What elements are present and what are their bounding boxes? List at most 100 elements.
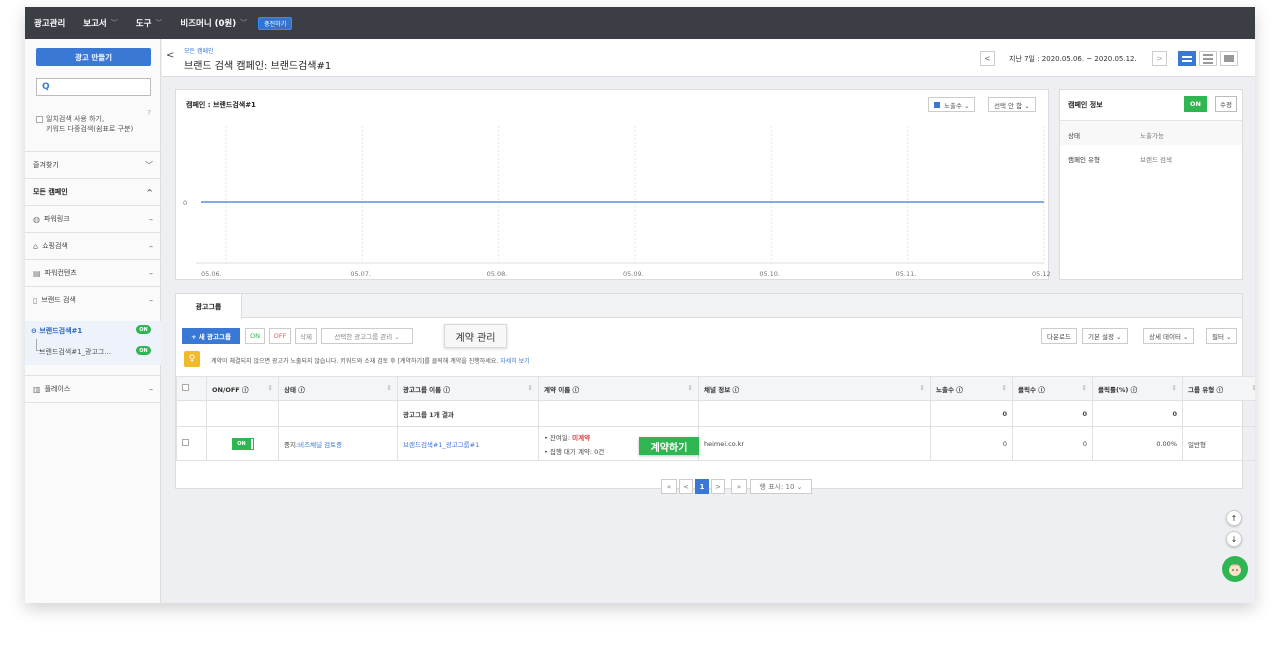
info-value: 노출가능 bbox=[1140, 132, 1164, 140]
manage-selected-select[interactable]: 선택한 광고그룹 관리 ⌄ bbox=[321, 328, 413, 344]
sort-icon[interactable]: ⇕ bbox=[1082, 384, 1087, 392]
select-all-cell[interactable] bbox=[176, 376, 207, 401]
status-link[interactable]: 비즈채널 검토중 bbox=[298, 441, 342, 449]
pager-first[interactable]: « bbox=[661, 479, 677, 494]
col-type[interactable]: 그룹 유형 ⓘ ⇕ bbox=[1182, 376, 1255, 401]
col-clicks[interactable]: 클릭수 ⓘ ⇕ bbox=[1012, 376, 1093, 401]
type-cell: 일반형 bbox=[1182, 426, 1255, 461]
charge-button[interactable]: 충전하기 bbox=[258, 16, 293, 30]
pager-prev[interactable]: < bbox=[679, 479, 693, 494]
view-list-button[interactable] bbox=[1199, 51, 1217, 66]
sort-icon[interactable]: ⇕ bbox=[268, 384, 273, 392]
collapse-icon[interactable]: – bbox=[149, 215, 153, 224]
compare-select[interactable]: 선택 안 함 ⌄ bbox=[988, 97, 1036, 112]
summary-clicks: 0 bbox=[1012, 400, 1093, 427]
detail-data-select[interactable]: 상세 데이터 ⌄ bbox=[1143, 328, 1195, 344]
sidebar-item-powerlink[interactable]: ◍ 파워링크 – bbox=[25, 205, 161, 232]
nav-tools[interactable]: 도구 ﹀ bbox=[127, 7, 172, 39]
col-status[interactable]: 상태 ⓘ ⇕ bbox=[278, 376, 398, 401]
date-next-button[interactable]: > bbox=[1152, 51, 1167, 66]
delete-button[interactable]: 삭제 bbox=[295, 328, 317, 344]
checkbox[interactable] bbox=[36, 115, 43, 123]
new-adgroup-button[interactable]: + 새 광고그룹 bbox=[182, 328, 240, 344]
info-value: 브랜드 검색 bbox=[1140, 156, 1172, 164]
chevron-up-icon: ^ bbox=[146, 187, 153, 197]
sidebar-item-adgroup[interactable]: 브랜드검색#1_광고그... bbox=[39, 347, 111, 357]
rows-per-page-select[interactable]: 행 표시: 10 ⌄ bbox=[750, 479, 812, 494]
date-prev-button[interactable]: < bbox=[980, 51, 995, 66]
back-chevron-icon[interactable]: < bbox=[166, 50, 174, 61]
table-header-row: ON/OFF ⓘ ⇕ 상태 ⓘ ⇕ 광고그룹 이름 ⓘ ⇕ 계약 이름 ⓘ ⇕ 채널 … bbox=[176, 376, 1255, 401]
view-chart-button[interactable] bbox=[1220, 51, 1238, 66]
help-icon[interactable]: ? bbox=[147, 108, 151, 118]
place-icon: ▥ bbox=[33, 384, 41, 394]
chatbot-avatar-icon[interactable] bbox=[1222, 556, 1248, 582]
adgroup-name-link[interactable]: 브랜드검색#1_광고그룹#1 bbox=[403, 441, 479, 449]
metric-select[interactable]: 노출수 ⌄ bbox=[928, 97, 976, 112]
breadcrumb[interactable]: 모든 캠페인 bbox=[184, 46, 214, 55]
col-contract[interactable]: 계약 이름 ⓘ ⇕ bbox=[538, 376, 699, 401]
line-chart: 05.06. 05.07. 05.08. 05.09. 05.10. 05.11. 05.1… bbox=[183, 126, 1050, 278]
filter-select[interactable]: 필터 ⌄ bbox=[1206, 328, 1238, 344]
campaign-on-toggle[interactable]: ON bbox=[1184, 96, 1210, 112]
scroll-down-button[interactable]: ↓ bbox=[1226, 531, 1242, 547]
exact-search-option[interactable]: ? 일치검색 사용 하기, 키워드 다중검색(쉼표로 구분) bbox=[36, 109, 151, 134]
option-label: 일치검색 사용 하기, bbox=[46, 115, 105, 123]
sidebar-item-campaign[interactable]: ⊖ 브랜드검색#1 bbox=[31, 326, 82, 336]
search-input[interactable]: Q bbox=[36, 78, 151, 96]
sort-icon[interactable]: ⇕ bbox=[920, 384, 925, 392]
sidebar-item-powercontents[interactable]: ▤ 파워컨텐츠 – bbox=[25, 259, 161, 286]
download-button[interactable]: 다운로드 bbox=[1041, 328, 1077, 344]
col-impressions[interactable]: 노출수 ⓘ ⇕ bbox=[930, 376, 1013, 401]
info-row-status: 상태 노출가능 bbox=[1060, 120, 1242, 145]
pager-last[interactable]: » bbox=[731, 479, 747, 494]
shopping-icon: ⌂ bbox=[33, 241, 39, 251]
collapse-icon[interactable]: – bbox=[149, 242, 153, 251]
edit-button[interactable]: 수정 bbox=[1215, 96, 1237, 112]
sort-icon[interactable]: ⇕ bbox=[387, 384, 392, 392]
info-row-type: 캠페인 유형 브랜드 검색 bbox=[1060, 145, 1242, 170]
col-ctr[interactable]: 클릭률(%) ⓘ ⇕ bbox=[1092, 376, 1183, 401]
col-name[interactable]: 광고그룹 이름 ⓘ ⇕ bbox=[397, 376, 539, 401]
col-label: 노출수 ⓘ bbox=[936, 385, 963, 394]
select-value: 노출수 ⌄ bbox=[944, 101, 970, 110]
col-onoff[interactable]: ON/OFF ⓘ ⇕ bbox=[206, 376, 279, 401]
sort-icon[interactable]: ⇕ bbox=[688, 384, 693, 392]
collapse-icon[interactable]: – bbox=[149, 269, 153, 278]
checkbox[interactable] bbox=[182, 384, 189, 391]
sidebar-item-place[interactable]: ▥ 플레이스 – bbox=[25, 375, 161, 402]
pager-next[interactable]: > bbox=[711, 479, 725, 494]
tab-adgroups[interactable]: 광고그룹 bbox=[176, 294, 242, 319]
sidebar-item-label: 쇼핑검색 bbox=[42, 242, 68, 250]
tab-strip: 광고그룹 bbox=[176, 294, 1242, 319]
collapse-icon[interactable]: – bbox=[149, 296, 153, 305]
sidebar-item-favorites[interactable]: 즐겨찾기 ﹀ bbox=[25, 151, 161, 178]
nav-ad-management[interactable]: 광고관리 bbox=[25, 7, 74, 39]
sidebar-item-all-campaigns[interactable]: 모든 캠페인 ^ bbox=[25, 178, 161, 205]
off-button[interactable]: OFF bbox=[269, 328, 291, 344]
checkbox[interactable] bbox=[182, 439, 189, 446]
on-button[interactable]: ON bbox=[245, 328, 265, 344]
basic-settings-select[interactable]: 기본 설정 ⌄ bbox=[1082, 328, 1128, 344]
sort-icon[interactable]: ⇕ bbox=[1172, 384, 1177, 392]
nav-reports[interactable]: 보고서 ﹀ bbox=[74, 7, 126, 39]
collapse-icon[interactable]: – bbox=[149, 385, 153, 394]
nav-bizmoney[interactable]: 비즈머니 (0원) ﹀ bbox=[171, 7, 256, 39]
scroll-up-button[interactable]: ↑ bbox=[1226, 510, 1242, 526]
sidebar-item-shopping[interactable]: ⌂ 쇼핑검색 – bbox=[25, 232, 161, 259]
learn-more-link[interactable]: 자세히 보기 bbox=[500, 358, 530, 365]
create-ad-button[interactable]: 광고 만들기 bbox=[36, 48, 151, 66]
sort-icon[interactable]: ⇕ bbox=[1252, 384, 1255, 392]
contract-button[interactable]: 계약하기 bbox=[639, 437, 699, 455]
view-split-button[interactable] bbox=[1178, 51, 1196, 66]
adgroup-on-toggle[interactable]: ON bbox=[231, 437, 254, 450]
col-channel[interactable]: 채널 정보 ⓘ ⇕ bbox=[698, 376, 931, 401]
sort-icon[interactable]: ⇕ bbox=[528, 384, 533, 392]
date-range[interactable]: 지난 7일 : 2020.05.06. ~ 2020.05.12. bbox=[1009, 54, 1137, 64]
pager-page-1[interactable]: 1 bbox=[695, 479, 709, 494]
campaign-label: 브랜드검색#1 bbox=[39, 327, 83, 335]
sort-icon[interactable]: ⇕ bbox=[1002, 384, 1007, 392]
sidebar-item-brand-search[interactable]: ▯ 브랜드 검색 – bbox=[25, 286, 161, 313]
contract-prefix: • 잔여일: bbox=[544, 433, 571, 442]
page-title: 브랜드 검색 캠페인: 브랜드검색#1 bbox=[184, 61, 332, 72]
